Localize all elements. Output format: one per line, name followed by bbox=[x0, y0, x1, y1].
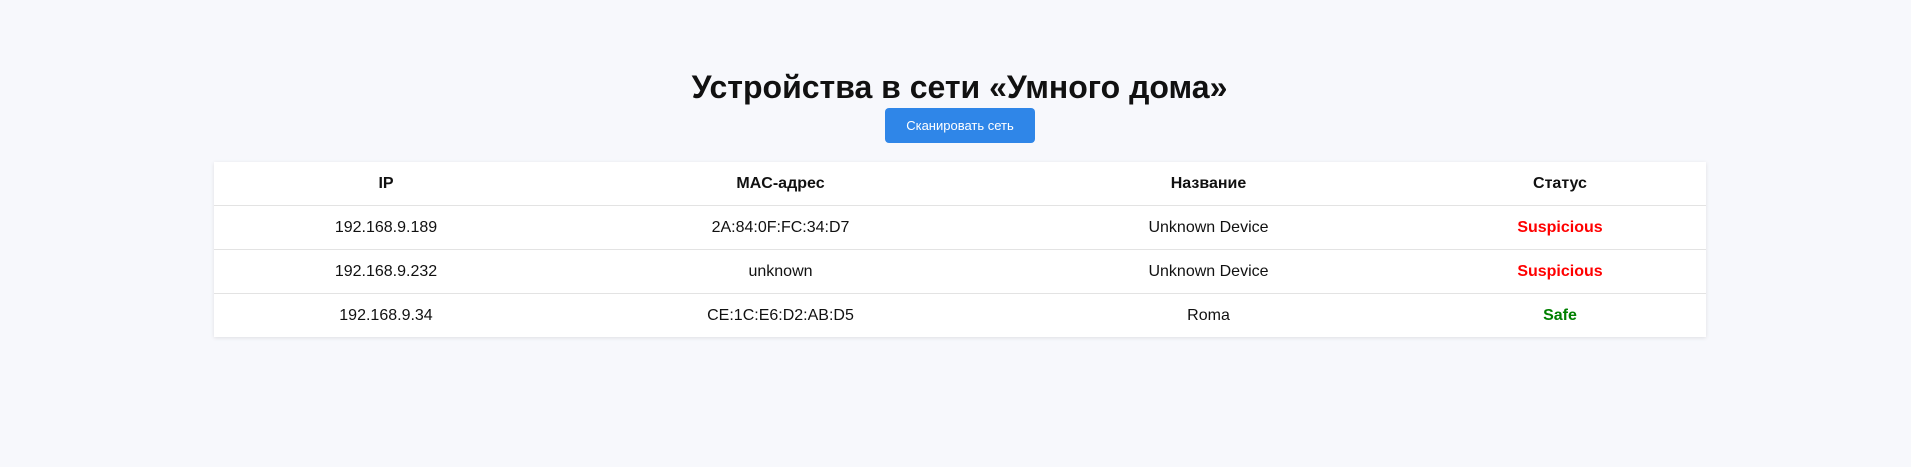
page-title: Устройства в сети «Умного дома» bbox=[691, 69, 1228, 106]
page: Устройства в сети «Умного дома» Сканиров… bbox=[0, 0, 1911, 467]
device-status: Safe bbox=[1543, 306, 1577, 324]
column-header-ip: IP bbox=[214, 162, 558, 206]
device-ip: 192.168.9.232 bbox=[214, 249, 558, 294]
scan-network-button[interactable]: Сканировать сеть bbox=[885, 108, 1035, 143]
column-header-mac: MAC-адрес bbox=[558, 162, 1003, 206]
device-ip: 192.168.9.189 bbox=[214, 205, 558, 250]
table-row: 192.168.9.34 CE:1C:E6:D2:AB:D5 Roma Safe bbox=[214, 294, 1706, 338]
table-row: 192.168.9.232 unknown Unknown Device Sus… bbox=[214, 249, 1706, 294]
device-mac: unknown bbox=[558, 249, 1003, 294]
device-status: Suspicious bbox=[1414, 249, 1706, 294]
device-ip: 192.168.9.34 bbox=[339, 306, 433, 324]
device-mac: CE:1C:E6:D2:AB:D5 bbox=[707, 306, 854, 324]
devices-table: IP MAC-адрес Название Статус 192.168.9.1… bbox=[214, 162, 1706, 337]
table-row: 192.168.9.189 2A:84:0F:FC:34:D7 Unknown … bbox=[214, 205, 1706, 250]
device-mac: 2A:84:0F:FC:34:D7 bbox=[558, 205, 1003, 250]
column-header-name: Название bbox=[1003, 162, 1414, 206]
table-body: 192.168.9.189 2A:84:0F:FC:34:D7 Unknown … bbox=[214, 205, 1706, 338]
column-header-status: Статус bbox=[1414, 162, 1706, 206]
device-name: Unknown Device bbox=[1003, 205, 1414, 250]
table-header-row: IP MAC-адрес Название Статус bbox=[214, 162, 1706, 206]
devices-table-container: IP MAC-адрес Название Статус 192.168.9.1… bbox=[214, 162, 1706, 337]
table-header: IP MAC-адрес Название Статус bbox=[214, 162, 1706, 206]
device-name: Unknown Device bbox=[1003, 249, 1414, 294]
device-name: Roma bbox=[1187, 306, 1230, 324]
device-status: Suspicious bbox=[1414, 205, 1706, 250]
